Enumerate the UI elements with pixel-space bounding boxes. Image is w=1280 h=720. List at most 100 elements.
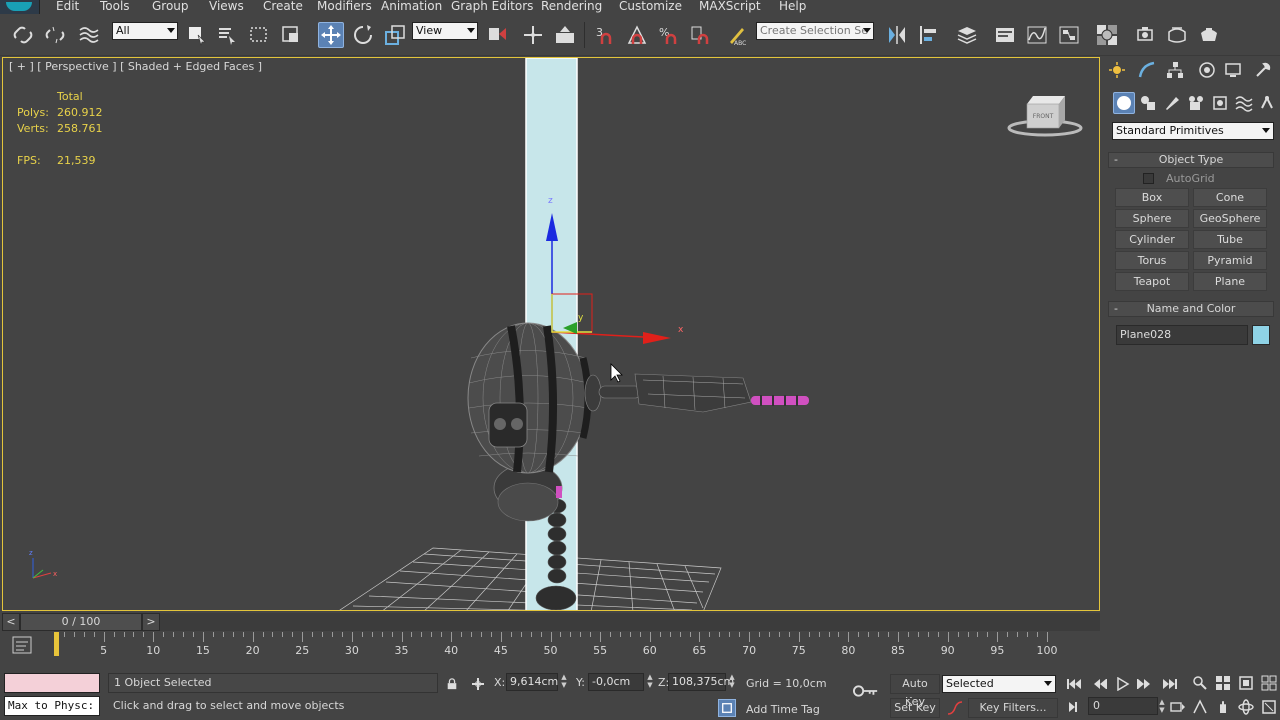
- menu-modifiers[interactable]: Modifiers: [317, 0, 372, 14]
- motion-tab-icon[interactable]: [1196, 59, 1218, 81]
- menu-views[interactable]: Views: [209, 0, 244, 14]
- select-and-scale-icon[interactable]: [382, 22, 408, 48]
- rendered-frame-window-icon[interactable]: [1164, 22, 1190, 48]
- select-and-link-icon[interactable]: [10, 22, 36, 48]
- maxscript-listener-input[interactable]: Max to Physc:: [4, 696, 100, 716]
- set-keys-icon[interactable]: [852, 682, 880, 700]
- selection-lock-icon[interactable]: [443, 675, 461, 693]
- autogrid-checkbox[interactable]: [1143, 173, 1154, 184]
- key-mode-toggle-icon[interactable]: [1064, 698, 1084, 716]
- geometry-icon[interactable]: [1113, 92, 1135, 114]
- modify-tab-icon[interactable]: [1136, 59, 1158, 81]
- menu-rendering[interactable]: Rendering: [541, 0, 602, 14]
- menu-edit[interactable]: Edit: [56, 0, 79, 14]
- render-setup-icon[interactable]: [1132, 22, 1158, 48]
- menu-animation[interactable]: Animation: [381, 0, 442, 14]
- app-logo[interactable]: [0, 0, 40, 14]
- y-spinner-icon[interactable]: ▲ ▼: [646, 673, 654, 691]
- primitive-sphere-button[interactable]: Sphere: [1115, 209, 1189, 228]
- perspective-viewport[interactable]: z x y z x FRONT [ + ] [ Perspective] […: [2, 57, 1100, 611]
- menu-maxscript[interactable]: MAXScript: [699, 0, 761, 14]
- menu-customize[interactable]: Customize: [619, 0, 682, 14]
- key-filters-button[interactable]: Key Filters...: [968, 698, 1058, 718]
- select-and-move-icon[interactable]: [318, 22, 344, 48]
- select-by-name-icon[interactable]: [214, 22, 240, 48]
- primitive-torus-button[interactable]: Torus: [1115, 251, 1189, 270]
- time-configuration-icon[interactable]: [1168, 698, 1188, 716]
- frame-spinner-icon[interactable]: ▲ ▼: [1158, 698, 1166, 716]
- primitive-cone-button[interactable]: Cone: [1193, 188, 1267, 207]
- schematic-view-icon[interactable]: [1056, 22, 1082, 48]
- next-frame-button[interactable]: >: [142, 613, 160, 631]
- z-coordinate-field[interactable]: 108,375cm: [668, 673, 734, 691]
- space-warps-icon[interactable]: [1233, 92, 1255, 114]
- utilities-tab-icon[interactable]: [1252, 59, 1274, 81]
- object-name-field[interactable]: Plane028: [1116, 325, 1248, 345]
- set-key-button[interactable]: Set Key: [890, 698, 940, 718]
- object-type-rollout-header[interactable]: - Object Type: [1108, 152, 1274, 168]
- primitive-geosphere-button[interactable]: GeoSphere: [1193, 209, 1267, 228]
- display-tab-icon[interactable]: [1222, 59, 1244, 81]
- primitive-tube-button[interactable]: Tube: [1193, 230, 1267, 249]
- rectangular-selection-region-icon[interactable]: [246, 22, 272, 48]
- next-frame-icon[interactable]: [1134, 675, 1154, 693]
- object-category-dropdown[interactable]: Standard Primitives: [1112, 122, 1274, 140]
- keyboard-shortcut-override-icon[interactable]: [552, 22, 578, 48]
- x-coordinate-field[interactable]: 9,614cm: [506, 673, 558, 691]
- align-icon[interactable]: [916, 22, 942, 48]
- bind-to-space-warp-icon[interactable]: [76, 22, 102, 48]
- menu-graph-editors[interactable]: Graph Editors: [451, 0, 533, 14]
- track-scale[interactable]: 5 10 15 20 25 30 35 40 45 50 55 60 65 70 75 80 85 90 95 100: [54, 632, 1058, 666]
- absolute-mode-transform-icon[interactable]: [469, 675, 487, 693]
- toggle-scene-explorer-icon[interactable]: [992, 22, 1018, 48]
- time-tag-icon[interactable]: [718, 699, 736, 717]
- shapes-icon[interactable]: [1137, 92, 1159, 114]
- menu-group[interactable]: Group: [152, 0, 189, 14]
- primitive-pyramid-button[interactable]: Pyramid: [1193, 251, 1267, 270]
- name-and-color-rollout-header[interactable]: - Name and Color: [1108, 301, 1274, 317]
- selection-filter-dropdown[interactable]: All: [112, 22, 178, 40]
- select-and-rotate-icon[interactable]: [350, 22, 376, 48]
- maxscript-listener-output[interactable]: [4, 673, 100, 693]
- scene-view[interactable]: z x y z x FRONT: [3, 58, 1100, 611]
- object-color-swatch[interactable]: [1252, 325, 1270, 345]
- primitive-plane-button[interactable]: Plane: [1193, 272, 1267, 291]
- current-frame-field[interactable]: 0: [1088, 697, 1158, 715]
- previous-frame-button[interactable]: <: [2, 613, 20, 631]
- select-and-manipulate-icon[interactable]: [520, 22, 546, 48]
- pan-view-icon[interactable]: [1213, 697, 1233, 717]
- spinner-snap-toggle-icon[interactable]: [688, 22, 714, 48]
- zoom-extents-all-icon[interactable]: [1259, 673, 1279, 693]
- track-bar[interactable]: 5 10 15 20 25 30 35 40 45 50 55 60 65 70 75 80 85 90 95 100: [2, 632, 1100, 666]
- mirror-icon[interactable]: [884, 22, 910, 48]
- default-tangent-icon[interactable]: [946, 699, 964, 717]
- pivot-center-icon[interactable]: [484, 22, 510, 48]
- window-crossing-icon[interactable]: [278, 22, 304, 48]
- orbit-icon[interactable]: [1236, 697, 1256, 717]
- unlink-selection-icon[interactable]: [42, 22, 68, 48]
- edit-named-selection-icon[interactable]: ABC: [724, 22, 750, 48]
- zoom-icon[interactable]: [1190, 673, 1210, 693]
- systems-icon[interactable]: [1256, 92, 1278, 114]
- z-spinner-icon[interactable]: ▲ ▼: [728, 673, 736, 691]
- render-production-icon[interactable]: [1196, 22, 1222, 48]
- key-mode-dropdown[interactable]: Selected: [942, 675, 1056, 693]
- select-object-icon[interactable]: [184, 22, 210, 48]
- field-of-view-icon[interactable]: [1190, 697, 1210, 717]
- angle-snap-toggle-icon[interactable]: [624, 22, 650, 48]
- reference-coordinate-dropdown[interactable]: View: [412, 22, 478, 40]
- material-editor-icon[interactable]: [1094, 22, 1120, 48]
- primitive-box-button[interactable]: Box: [1115, 188, 1189, 207]
- primitive-cylinder-button[interactable]: Cylinder: [1115, 230, 1189, 249]
- play-animation-icon[interactable]: [1112, 675, 1132, 693]
- viewport-label[interactable]: [ + ] [ Perspective ] [ Shaded + Edged F…: [9, 60, 262, 73]
- cameras-icon[interactable]: [1185, 92, 1207, 114]
- percent-snap-toggle-icon[interactable]: %: [656, 22, 682, 48]
- menu-help[interactable]: Help: [779, 0, 806, 14]
- time-slider-thumb[interactable]: 0 / 100: [20, 613, 142, 631]
- primitive-teapot-button[interactable]: Teapot: [1115, 272, 1189, 291]
- go-to-start-icon[interactable]: [1064, 675, 1084, 693]
- previous-frame-icon[interactable]: [1090, 675, 1110, 693]
- menu-tools[interactable]: Tools: [100, 0, 130, 14]
- add-time-tag-button[interactable]: Add Time Tag: [746, 703, 820, 716]
